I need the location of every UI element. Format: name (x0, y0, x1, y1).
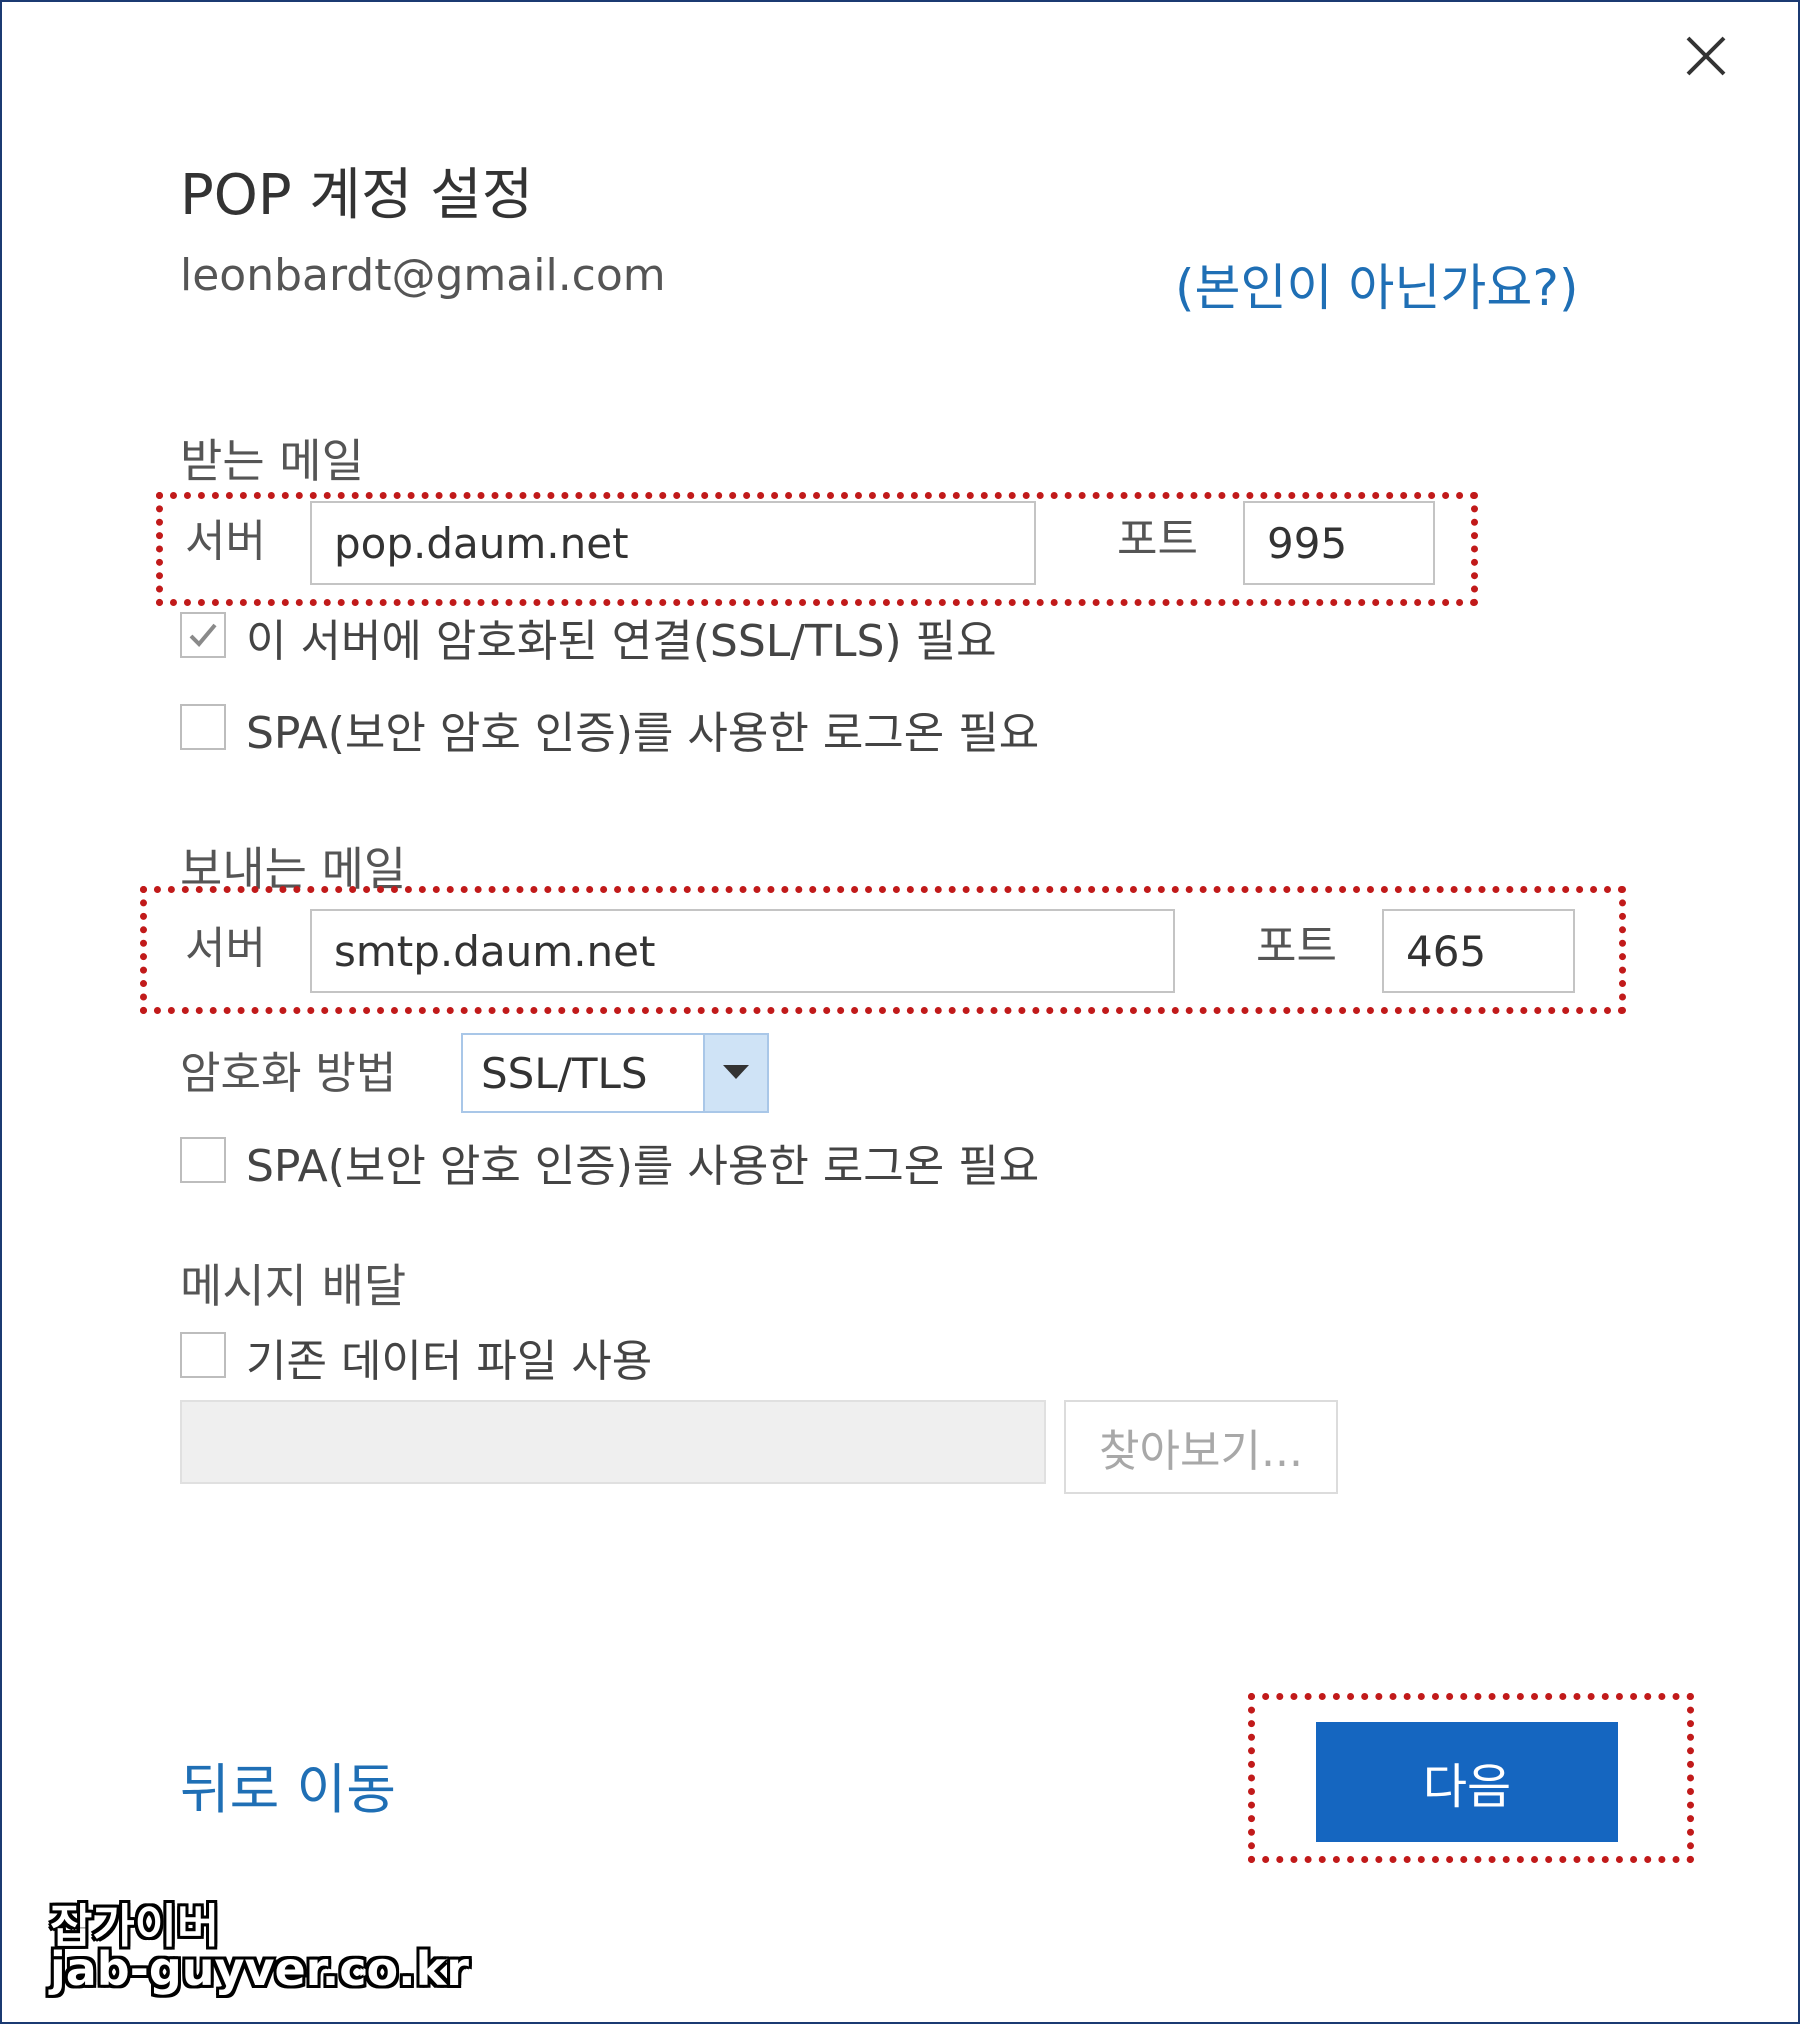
outgoing-spa-checkbox[interactable] (180, 1137, 226, 1183)
dialog-title: POP 계정 설정 (180, 163, 534, 228)
outgoing-server-input[interactable] (310, 909, 1175, 993)
watermark-url: jab-guyver.co.kr (50, 1942, 469, 1996)
incoming-section-label: 받는 메일 (180, 434, 364, 488)
encryption-method-value: SSL/TLS (481, 1048, 648, 1098)
incoming-port-label: 포트 (1117, 514, 1198, 565)
ssl-required-checkbox[interactable] (180, 612, 226, 658)
outgoing-port-label: 포트 (1256, 921, 1337, 972)
ssl-required-label: 이 서버에 암호화된 연결(SSL/TLS) 필요 (246, 616, 997, 667)
delivery-section-label: 메시지 배달 (180, 1259, 407, 1313)
incoming-spa-label: SPA(보안 암호 인증)를 사용한 로그온 필요 (246, 708, 1040, 759)
back-link[interactable]: 뒤로 이동 (180, 1745, 396, 1824)
existing-data-file-label: 기존 데이터 파일 사용 (246, 1336, 653, 1387)
not-you-link[interactable]: (본인이 아닌가요?) (1175, 248, 1578, 320)
chevron-down-icon (723, 1065, 749, 1079)
incoming-spa-checkbox[interactable] (180, 704, 226, 750)
encryption-method-select[interactable]: SSL/TLS (461, 1033, 769, 1113)
browse-button: 찾아보기... (1064, 1400, 1338, 1494)
existing-data-file-checkbox[interactable] (180, 1332, 226, 1378)
next-button[interactable]: 다음 (1316, 1722, 1618, 1842)
outgoing-spa-label: SPA(보안 암호 인증)를 사용한 로그온 필요 (246, 1141, 1040, 1192)
outgoing-server-label: 서버 (185, 923, 266, 974)
checkmark-icon (189, 623, 217, 647)
close-button[interactable] (1676, 26, 1736, 86)
incoming-server-input[interactable] (310, 501, 1036, 585)
data-file-path-input (180, 1400, 1046, 1484)
dropdown-arrow[interactable] (703, 1035, 767, 1111)
account-email: leonbardt@gmail.com (180, 250, 666, 301)
encryption-method-label: 암호화 방법 (180, 1048, 397, 1099)
close-icon (1686, 36, 1726, 76)
incoming-server-label: 서버 (185, 516, 266, 567)
incoming-port-input[interactable] (1243, 501, 1435, 585)
outgoing-port-input[interactable] (1382, 909, 1575, 993)
